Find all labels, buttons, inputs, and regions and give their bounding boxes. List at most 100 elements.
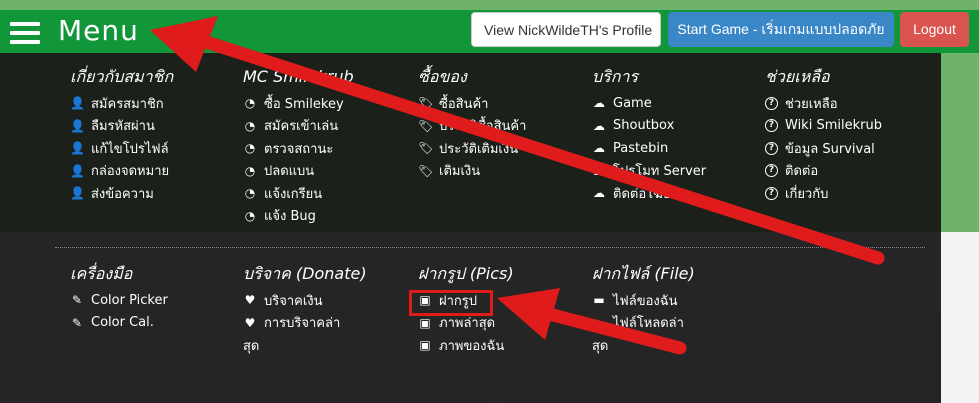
menu-column-title: ช่วยเหลือ (765, 67, 830, 86)
user-icon: 👤 (70, 96, 85, 111)
hamburger-menu-icon[interactable] (10, 22, 40, 44)
menu-item[interactable]: ? เกี่ยวกับ (765, 182, 882, 205)
menu-item[interactable]: 🏷 ประวัติเติมเงิน (418, 137, 526, 160)
menu-item[interactable]: ✎ Color Picker (70, 289, 168, 312)
menu-column-title: MC Smilekrub (243, 67, 354, 86)
menu-item-label: Color Cal. (91, 315, 154, 331)
menu-item[interactable]: ◔ แจ้ง Bug (243, 205, 354, 228)
menu-column: บริจาค (Donate) ♥ บริจาคเงิน ♥ การบริจาคล่าส… (243, 264, 367, 357)
menu-item[interactable]: 👤 สมัครสมาชิก (70, 92, 173, 115)
menu-item[interactable]: ◔ ซื้อ Smilekey (243, 92, 354, 115)
menu-item-label: Game (613, 95, 652, 111)
menu-item[interactable]: ◔ สมัครเข้าเล่น (243, 115, 354, 138)
menu-item[interactable]: 👤 ส่งข้อความ (70, 182, 173, 205)
menu-item[interactable]: 👤 แก้ไขโปรไฟล์ (70, 137, 173, 160)
pacman-icon: ◔ (244, 186, 256, 201)
cloud-icon: ☁ (593, 118, 605, 133)
menu-item[interactable]: 🏷 เติมเงิน (418, 160, 526, 183)
menu-item-list: ◔ ซื้อ Smilekey ◔ สมัครเข้าเล่น ◔ ตรวจสถานะ ◔ ป… (243, 92, 354, 227)
question-circle-icon: ? (765, 186, 778, 200)
menu-item-label: ภาพของฉัน (439, 338, 505, 354)
top-navbar: Menu View NickWildeTH's Profile Start Ga… (0, 10, 979, 53)
eyedropper-icon: ✎ (71, 315, 83, 330)
menu-item[interactable]: ? ข้อมูล Survival (765, 137, 882, 160)
question-circle-icon: ? (765, 96, 778, 110)
pacman-icon: ◔ (244, 118, 256, 133)
menu-item-label: แจ้งเกรียน (264, 186, 323, 202)
menu-item-label: ตรวจสถานะ (264, 141, 334, 157)
user-icon: 👤 (70, 141, 85, 156)
menu-item[interactable]: ☁ โปรโมท Server (592, 160, 706, 183)
menu-item[interactable]: 🏷 ซื้อสินค้า (418, 92, 526, 115)
menu-item[interactable]: ▬ ไฟล์ของฉัน (592, 289, 695, 312)
menu-item-list: ? ช่วยเหลือ? Wiki Smilekrub? ข้อมูล Surviva… (765, 92, 882, 205)
picture-icon: ▣ (419, 315, 431, 330)
menu-item[interactable]: ▬ ไฟล์โหลดล่า (592, 312, 695, 335)
cloud-icon: ☁ (593, 141, 605, 156)
menu-item-label: Wiki Smilekrub (785, 118, 882, 134)
menu-item[interactable]: 👤 ลืมรหัสผ่าน (70, 115, 173, 138)
menu-item-label: แก้ไขโปรไฟล์ (91, 141, 169, 157)
menu-item-label: ส่งข้อความ (91, 186, 154, 202)
menu-item[interactable]: ✎ Color Cal. (70, 312, 168, 335)
cloud-icon: ☁ (593, 96, 605, 111)
menu-column-title: ฝากไฟล์ (File) (592, 264, 695, 283)
folder-icon: ▬ (593, 293, 605, 308)
logout-button[interactable]: Logout (900, 12, 969, 47)
menu-item-label: โปรโมท Server (613, 164, 707, 180)
menu-item[interactable]: ▣ ภาพของฉัน (418, 334, 514, 357)
menu-item-list: 🏷 ซื้อสินค้า 🏷 ประวัติซื้อสินค้า 🏷 ประวัติเติ… (418, 92, 526, 182)
question-circle-icon: ? (765, 141, 778, 155)
menu-item-label: ประวัติซื้อสินค้า (439, 119, 527, 135)
user-icon: 👤 (70, 186, 85, 201)
menu-item-label-wrap: สุด (243, 338, 260, 354)
menu-item[interactable]: 👤 กล่องจดหมาย (70, 160, 173, 183)
view-profile-button[interactable]: View NickWildeTH's Profile (471, 12, 661, 47)
menu-item-label: การบริจาคล่า (264, 316, 341, 332)
pacman-icon: ◔ (244, 141, 256, 156)
menu-column: เกี่ยวกับสมาชิก 👤 สมัครสมาชิก 👤 ลืมรหัสผ่าน 👤… (70, 67, 173, 205)
menu-item[interactable]: ? ช่วยเหลือ (765, 92, 882, 115)
eyedropper-icon: ✎ (71, 293, 83, 308)
menu-item-list: ☁ Game ☁ Shoutbox ☁ Pastebin ☁ โปรโมท Server ☁ ติ… (592, 92, 706, 205)
question-circle-icon: ? (765, 119, 778, 133)
menu-column: MC Smilekrub ◔ ซื้อ Smilekey ◔ สมัครเข้าเล่น… (243, 67, 354, 227)
menu-column-title: บริการ (592, 67, 639, 86)
menu-item[interactable]: ? ติดต่อ (765, 160, 882, 183)
folder-icon: ▬ (593, 315, 605, 330)
menu-item-label-wrap: สุด (592, 338, 609, 354)
pacman-icon: ◔ (244, 163, 256, 178)
menu-item[interactable]: ◔ ปลดแบน (243, 160, 354, 183)
menu-item-label: ข้อมูล Survival (785, 141, 875, 157)
menu-item[interactable]: ☁ Shoutbox (592, 115, 706, 138)
menu-item-continuation[interactable]: สุด (592, 334, 695, 357)
menu-item-continuation[interactable]: สุด (243, 334, 367, 357)
menu-item[interactable]: ? Wiki Smilekrub (765, 115, 882, 138)
menu-item-label: ลืมรหัสผ่าน (91, 119, 155, 135)
menu-item-label: ติดต่อโฆษณา (613, 186, 691, 202)
menu-item-label: เติมเงิน (439, 164, 481, 180)
pacman-icon: ◔ (244, 208, 256, 223)
menu-item-label: สมัครสมาชิก (91, 96, 164, 112)
menu-item-label: ไฟล์โหลดล่า (613, 316, 684, 332)
menu-item-label: ช่วยเหลือ (785, 96, 838, 112)
menu-item[interactable]: ♥ การบริจาคล่า (243, 312, 367, 335)
menu-item-label: Color Picker (91, 292, 168, 308)
menu-item-label: สมัครเข้าเล่น (264, 119, 339, 135)
menu-item[interactable]: ☁ Game (592, 92, 706, 115)
menu-column-title: เกี่ยวกับสมาชิก (70, 67, 174, 86)
cloud-icon: ☁ (593, 163, 605, 178)
menu-brand[interactable]: Menu (58, 14, 139, 47)
menu-item[interactable]: ♥ บริจาคเงิน (243, 289, 367, 312)
menu-item-list: ▬ ไฟล์ของฉัน ▬ ไฟล์โหลดล่า สุด (592, 289, 695, 357)
menu-column: เครื่องมือ ✎ Color Picker ✎ Color Cal. (70, 264, 168, 334)
menu-item[interactable]: ☁ ติดต่อโฆษณา (592, 182, 706, 205)
cloud-icon: ☁ (593, 186, 605, 201)
menu-item[interactable]: 🏷 ประวัติซื้อสินค้า (418, 115, 526, 138)
menu-column-title: บริจาค (Donate) (243, 264, 367, 283)
menu-item[interactable]: ◔ แจ้งเกรียน (243, 182, 354, 205)
menu-item[interactable]: ☁ Pastebin (592, 137, 706, 160)
start-game-button[interactable]: Start Game - เริ่มเกมแบบปลอดภัย (668, 12, 894, 47)
menu-item[interactable]: ◔ ตรวจสถานะ (243, 137, 354, 160)
menu-item-label: Shoutbox (613, 118, 675, 134)
